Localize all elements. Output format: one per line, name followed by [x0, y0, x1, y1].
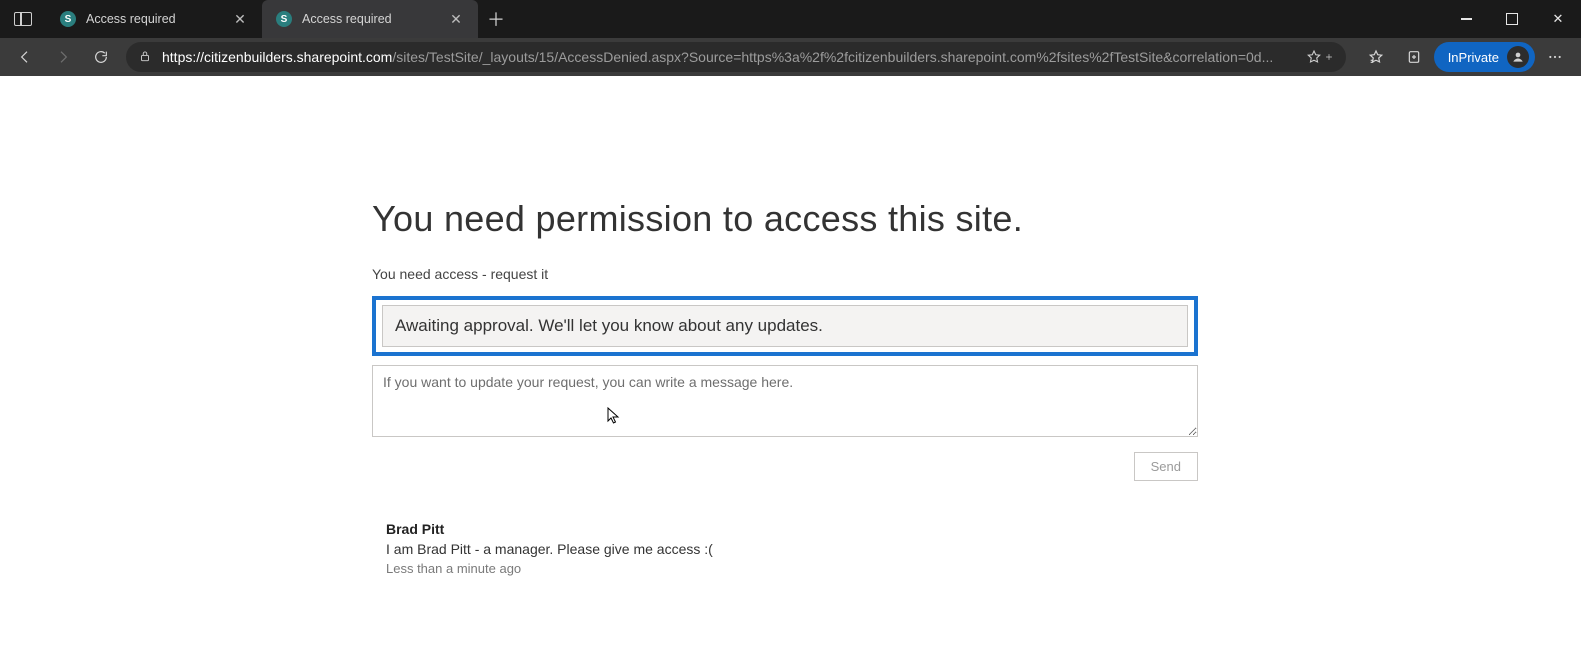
browser-toolbar: https://citizenbuilders.sharepoint.com/s… [0, 38, 1581, 76]
access-denied-panel: You need permission to access this site.… [372, 198, 1198, 576]
request-entry: Brad Pitt I am Brad Pitt - a manager. Pl… [372, 521, 1198, 576]
update-request-textarea[interactable] [372, 365, 1198, 437]
tab-strip: S Access required ✕ S Access required ✕ [46, 0, 478, 38]
page-subline: You need access - request it [372, 266, 1198, 282]
tab-actions-icon [14, 12, 32, 26]
new-tab-button[interactable]: ＋ [478, 0, 514, 38]
inprivate-badge[interactable]: InPrivate [1434, 42, 1535, 72]
arrow-left-icon [17, 49, 33, 65]
site-info-button[interactable] [138, 49, 152, 66]
tab-access-required-1[interactable]: S Access required ✕ [46, 0, 262, 38]
page-viewport: You need permission to access this site.… [0, 76, 1581, 648]
send-button[interactable]: Send [1134, 452, 1198, 481]
url-host: https://citizenbuilders.sharepoint.com [162, 49, 392, 65]
send-row: Send [372, 452, 1198, 481]
url-text: https://citizenbuilders.sharepoint.com/s… [162, 49, 1296, 65]
window-controls: ✕ [1443, 0, 1581, 38]
tab-close-button[interactable]: ✕ [232, 11, 248, 27]
toolbar-right: InPrivate [1354, 42, 1573, 72]
refresh-button[interactable] [84, 42, 118, 72]
refresh-icon [93, 49, 109, 65]
sharepoint-favicon-icon: S [276, 11, 292, 27]
window-minimize-button[interactable] [1443, 0, 1489, 38]
collections-icon [1406, 49, 1422, 65]
back-button[interactable] [8, 42, 42, 72]
window-maximize-button[interactable] [1489, 0, 1535, 38]
arrow-right-icon [55, 49, 71, 65]
settings-more-button[interactable] [1537, 42, 1573, 72]
forward-button[interactable] [46, 42, 80, 72]
request-timestamp: Less than a minute ago [386, 561, 713, 576]
sharepoint-favicon-icon: S [60, 11, 76, 27]
tab-title: Access required [86, 12, 176, 26]
request-author: Brad Pitt [386, 521, 713, 537]
tab-title: Access required [302, 12, 392, 26]
window-close-button[interactable]: ✕ [1535, 0, 1581, 38]
favorites-button[interactable] [1358, 42, 1394, 72]
page-heading: You need permission to access this site. [372, 198, 1198, 240]
tab-close-button[interactable]: ✕ [448, 11, 464, 27]
favorite-button[interactable] [1306, 49, 1334, 65]
status-highlight: Awaiting approval. We'll let you know ab… [372, 296, 1198, 356]
plus-icon [1324, 52, 1334, 62]
status-message: Awaiting approval. We'll let you know ab… [382, 305, 1188, 347]
request-message: I am Brad Pitt - a manager. Please give … [386, 541, 713, 557]
lock-icon [138, 49, 152, 63]
address-bar[interactable]: https://citizenbuilders.sharepoint.com/s… [126, 42, 1346, 72]
tab-access-required-2[interactable]: S Access required ✕ [262, 0, 478, 38]
star-icon [1306, 49, 1322, 65]
profile-avatar-icon [1507, 46, 1529, 68]
browser-titlebar: S Access required ✕ S Access required ✕ … [0, 0, 1581, 38]
star-lines-icon [1368, 49, 1384, 65]
tab-actions-button[interactable] [0, 0, 46, 38]
inprivate-label: InPrivate [1448, 50, 1499, 65]
collections-button[interactable] [1396, 42, 1432, 72]
url-path: /sites/TestSite/_layouts/15/AccessDenied… [392, 49, 1273, 65]
ellipsis-icon [1547, 49, 1563, 65]
